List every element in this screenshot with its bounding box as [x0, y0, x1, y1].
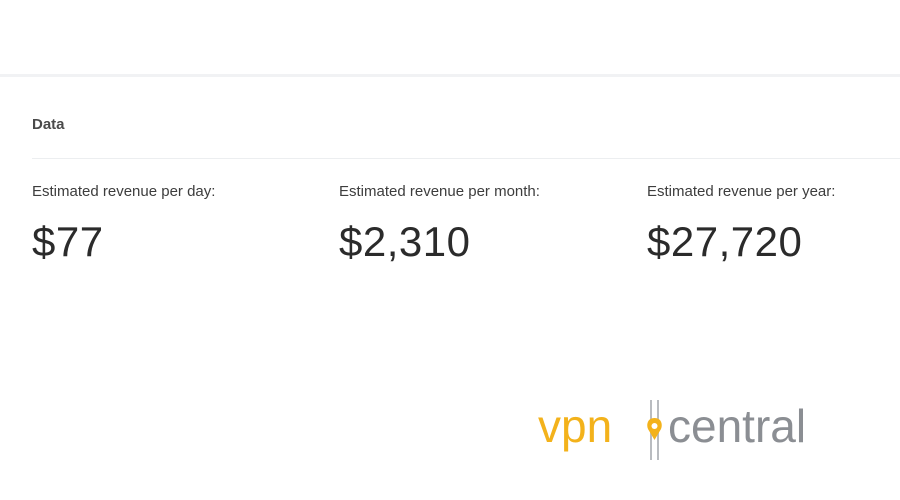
stat-revenue-per-day: Estimated revenue per day: $77 — [32, 182, 215, 266]
section-divider — [32, 158, 900, 159]
stat-value: $2,310 — [339, 218, 471, 265]
logo-central-text: central — [668, 400, 806, 452]
stat-value: $27,720 — [647, 218, 803, 265]
stat-label: Estimated revenue per month: — [339, 183, 540, 200]
stat-label: Estimated revenue per day: — [32, 183, 216, 200]
vpncentral-watermark-logo: vpn central — [538, 398, 858, 464]
page: Data Estimated revenue per day: $77 Esti… — [0, 0, 900, 500]
top-divider — [0, 74, 900, 77]
stat-revenue-per-month: Estimated revenue per month: $2,310 — [339, 182, 540, 266]
stat-revenue-per-year: Estimated revenue per year: $27,720 — [647, 182, 835, 266]
stat-value: $77 — [32, 218, 104, 265]
stat-label: Estimated revenue per year: — [647, 183, 836, 200]
section-title: Data — [32, 116, 65, 133]
logo-pin-icon — [647, 400, 662, 460]
logo-vpn-text: vpn — [538, 400, 612, 452]
vpncentral-logo-svg: vpn central — [538, 400, 806, 460]
